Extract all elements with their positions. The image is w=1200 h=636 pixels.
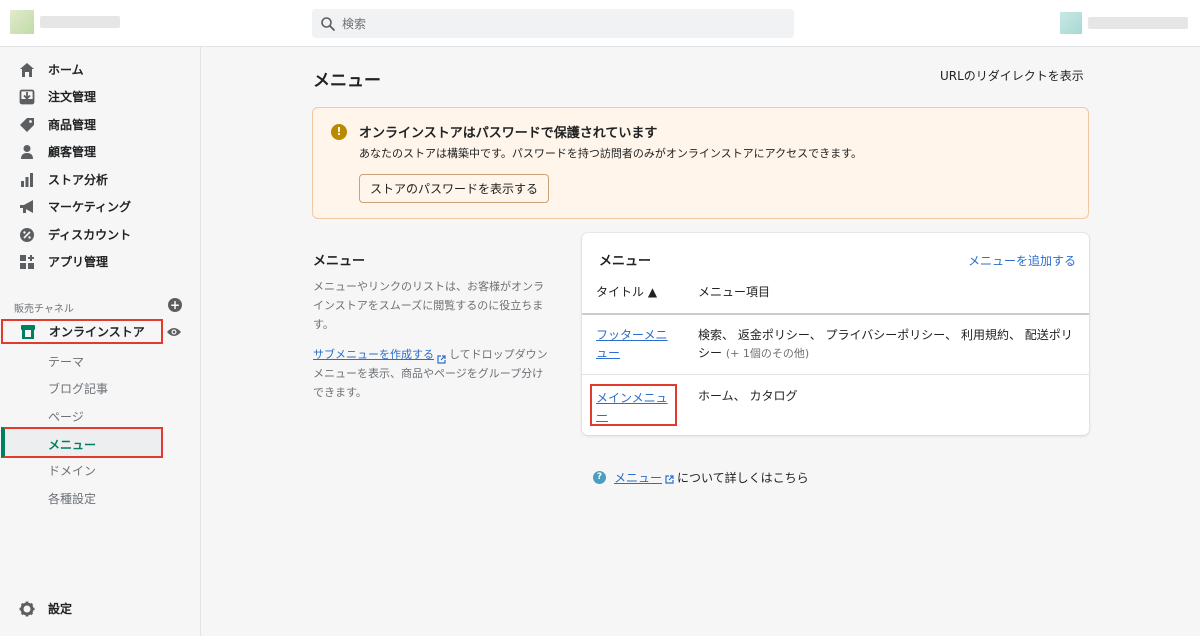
eye-icon[interactable]	[166, 325, 182, 339]
megaphone-icon	[18, 198, 36, 216]
sidebar-subitem-pages[interactable]: ページ	[48, 408, 84, 425]
sidebar-item-label: ディスカウント	[48, 228, 132, 242]
learn-more: ? メニュー について詳しくはこちら	[593, 469, 809, 486]
apps-icon	[18, 253, 36, 271]
sidebar-item-label: ストア分析	[48, 173, 109, 187]
sidebar-item-label: 商品管理	[48, 118, 97, 132]
column-header-menu-items: メニュー項目	[698, 285, 771, 299]
sidebar-item-label: オンラインストア	[49, 325, 145, 339]
analytics-icon	[18, 171, 36, 189]
home-icon	[18, 61, 36, 79]
sidebar-subitem-navigation[interactable]: メニュー	[1, 427, 163, 458]
menu-items-list: ホーム、 カタログ	[698, 389, 798, 403]
sidebar: ホーム 注文管理 商品管理 顧客管理 ストア分析 マーケティング ディスカウント…	[0, 47, 201, 636]
account-name-blurred	[1088, 17, 1188, 29]
sidebar-subitem-preferences[interactable]: 各種設定	[48, 490, 96, 507]
header-divider	[582, 313, 1089, 315]
account-menu[interactable]	[1060, 10, 1190, 36]
sidebar-item-label: 顧客管理	[48, 145, 97, 159]
menu-title-link[interactable]: フッターメニュー	[596, 326, 668, 362]
learn-more-text: について詳しくはこちら	[677, 471, 809, 485]
sidebar-subitem-label: メニュー	[48, 438, 97, 452]
sidebar-item-discounts[interactable]: ディスカウント	[0, 221, 200, 248]
store-icon	[19, 323, 37, 341]
view-store-password-button[interactable]: ストアのパスワードを表示する	[359, 174, 549, 203]
menu-title-link[interactable]: メインメニュー	[596, 389, 668, 425]
search-input[interactable]: 検索	[342, 15, 366, 32]
external-link-icon	[437, 351, 446, 364]
sidebar-item-analytics[interactable]: ストア分析	[0, 166, 200, 193]
tag-icon	[18, 116, 36, 134]
section-title: メニュー	[313, 254, 366, 269]
sidebar-item-marketing[interactable]: マーケティング	[0, 193, 200, 220]
discount-icon	[18, 226, 36, 244]
menus-card: メニュー メニューを追加する タイトル ▲ メニュー項目 フッターメニュー 検索…	[582, 233, 1089, 435]
banner-title: オンラインストアはパスワードで保護されています	[359, 126, 658, 141]
sidebar-item-settings[interactable]: 設定	[0, 595, 200, 622]
store-name-blurred	[40, 16, 120, 28]
menu-items-more: (+ 1個のその他)	[725, 347, 810, 360]
sidebar-item-customers[interactable]: 顧客管理	[0, 138, 200, 165]
search-bar[interactable]: 検索	[312, 9, 794, 38]
sidebar-subitem-domains[interactable]: ドメイン	[48, 462, 96, 479]
section-description: メニューやリンクのリストは、お客様がオンラインストアをスムーズに閲覧するのに役立…	[313, 280, 544, 331]
store-logo-icon	[10, 10, 34, 34]
sidebar-item-label: ホーム	[48, 63, 84, 77]
gear-icon	[18, 600, 36, 618]
submenu-help-text: サブメニューを作成する してドロップダウンメニューを表示、商品やページをグループ分…	[313, 345, 553, 402]
sidebar-item-online-store[interactable]: オンラインストア	[1, 319, 163, 344]
password-protection-banner: ! オンラインストアはパスワードで保護されています あなたのストアは構築中です。…	[312, 107, 1089, 219]
avatar	[1060, 12, 1082, 34]
sidebar-item-label: マーケティング	[48, 200, 132, 214]
orders-icon	[18, 88, 36, 106]
sidebar-item-products[interactable]: 商品管理	[0, 111, 200, 138]
view-redirects-link[interactable]: URLのリダイレクトを表示	[940, 67, 1084, 84]
sidebar-item-home[interactable]: ホーム	[0, 56, 200, 83]
page-title: メニュー	[313, 71, 381, 91]
external-link-icon	[665, 473, 674, 484]
sidebar-subitem-blog[interactable]: ブログ記事	[48, 380, 108, 397]
learn-more-link[interactable]: メニュー	[614, 469, 662, 486]
menu-items-text: 検索、 返金ポリシー、 プライバシーポリシー、 利用規約、 配送ポリシー (+ …	[698, 326, 1078, 363]
sidebar-item-label: 注文管理	[48, 90, 97, 104]
column-header-title[interactable]: タイトル ▲	[596, 283, 657, 300]
row-divider	[582, 374, 1089, 375]
sidebar-subitem-themes[interactable]: テーマ	[48, 353, 84, 370]
sales-channels-heading: 販売チャネル	[14, 304, 74, 315]
create-submenu-link[interactable]: サブメニューを作成する	[313, 348, 434, 361]
customer-icon	[18, 143, 36, 161]
info-icon: ?	[593, 471, 606, 484]
sidebar-item-label: アプリ管理	[48, 255, 109, 269]
search-icon	[320, 16, 336, 32]
add-channel-button[interactable]: +	[168, 298, 182, 312]
card-title: メニュー	[599, 254, 652, 269]
highlight-box: メインメニュー	[590, 384, 677, 426]
sidebar-item-orders[interactable]: 注文管理	[0, 83, 200, 110]
add-menu-link[interactable]: メニューを追加する	[968, 252, 1076, 269]
top-bar: 検索	[0, 0, 1200, 47]
sidebar-item-label: 設定	[48, 602, 73, 616]
store-logo[interactable]	[10, 10, 132, 34]
sidebar-item-apps[interactable]: アプリ管理	[0, 248, 200, 275]
warning-icon: !	[331, 124, 347, 140]
banner-text: あなたのストアは構築中です。パスワードを持つ訪問者のみがオンラインストアにアクセ…	[359, 147, 863, 160]
